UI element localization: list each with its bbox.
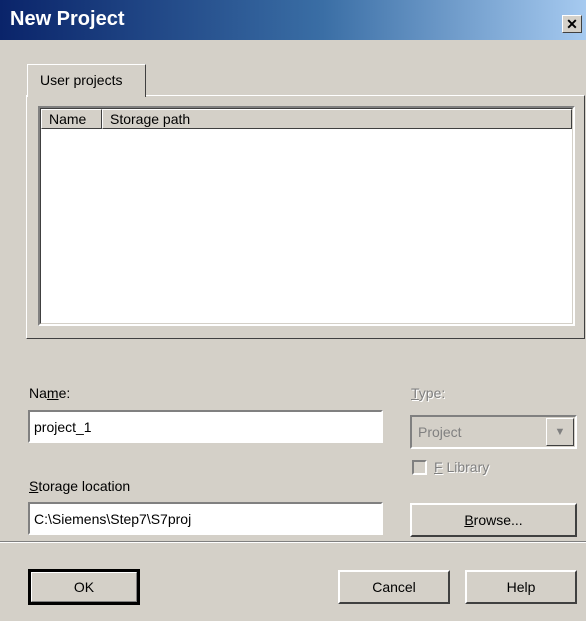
- type-select-value: Project: [418, 424, 462, 440]
- cancel-label: Cancel: [372, 579, 416, 595]
- name-label: Name:: [29, 385, 70, 401]
- new-project-dialog: New Project ✕ User projects Name Storage…: [0, 0, 586, 621]
- storage-label-accel: S: [29, 478, 39, 494]
- ok-button[interactable]: OK: [28, 569, 140, 605]
- project-list-inner: Name Storage path: [40, 108, 573, 324]
- f-library-suffix: Library: [442, 459, 490, 475]
- type-select[interactable]: Project ▼: [410, 415, 577, 449]
- window-title: New Project: [10, 8, 125, 30]
- browse-accel: B: [464, 512, 474, 528]
- tab-user-projects[interactable]: User projects: [27, 64, 146, 97]
- project-list[interactable]: Name Storage path: [38, 106, 575, 326]
- column-header-name[interactable]: Name: [41, 109, 102, 129]
- cancel-button[interactable]: Cancel: [338, 570, 450, 604]
- help-label: Help: [506, 579, 536, 595]
- browse-button[interactable]: Browse...: [410, 503, 577, 537]
- separator: [0, 541, 586, 543]
- help-button[interactable]: Help: [465, 570, 577, 604]
- storage-label-suffix: torage location: [38, 478, 131, 494]
- f-library-accel: F: [434, 459, 443, 475]
- name-label-suffix: e:: [58, 385, 71, 401]
- chevron-down-icon[interactable]: ▼: [546, 418, 574, 446]
- name-label-accel: m: [46, 385, 59, 401]
- close-icon: ✕: [566, 16, 578, 32]
- close-button[interactable]: ✕: [562, 15, 582, 33]
- title-bar[interactable]: New Project ✕: [0, 0, 586, 40]
- name-label-prefix: Na: [29, 385, 47, 401]
- column-header-storage-path[interactable]: Storage path: [102, 109, 572, 129]
- f-library-checkbox[interactable]: [412, 460, 427, 475]
- f-library-label: F Library: [434, 459, 489, 475]
- storage-location-input[interactable]: [28, 502, 383, 535]
- type-label-accel: T: [411, 385, 419, 401]
- storage-location-label: Storage location: [29, 478, 130, 494]
- name-input[interactable]: [28, 410, 383, 443]
- ok-label: OK: [73, 579, 95, 595]
- browse-label: Browse...: [464, 512, 522, 528]
- tab-label: User projects: [40, 72, 123, 88]
- type-label: Type:: [411, 385, 445, 401]
- browse-suffix: rowse...: [473, 512, 523, 528]
- type-label-suffix: ype:: [418, 385, 446, 401]
